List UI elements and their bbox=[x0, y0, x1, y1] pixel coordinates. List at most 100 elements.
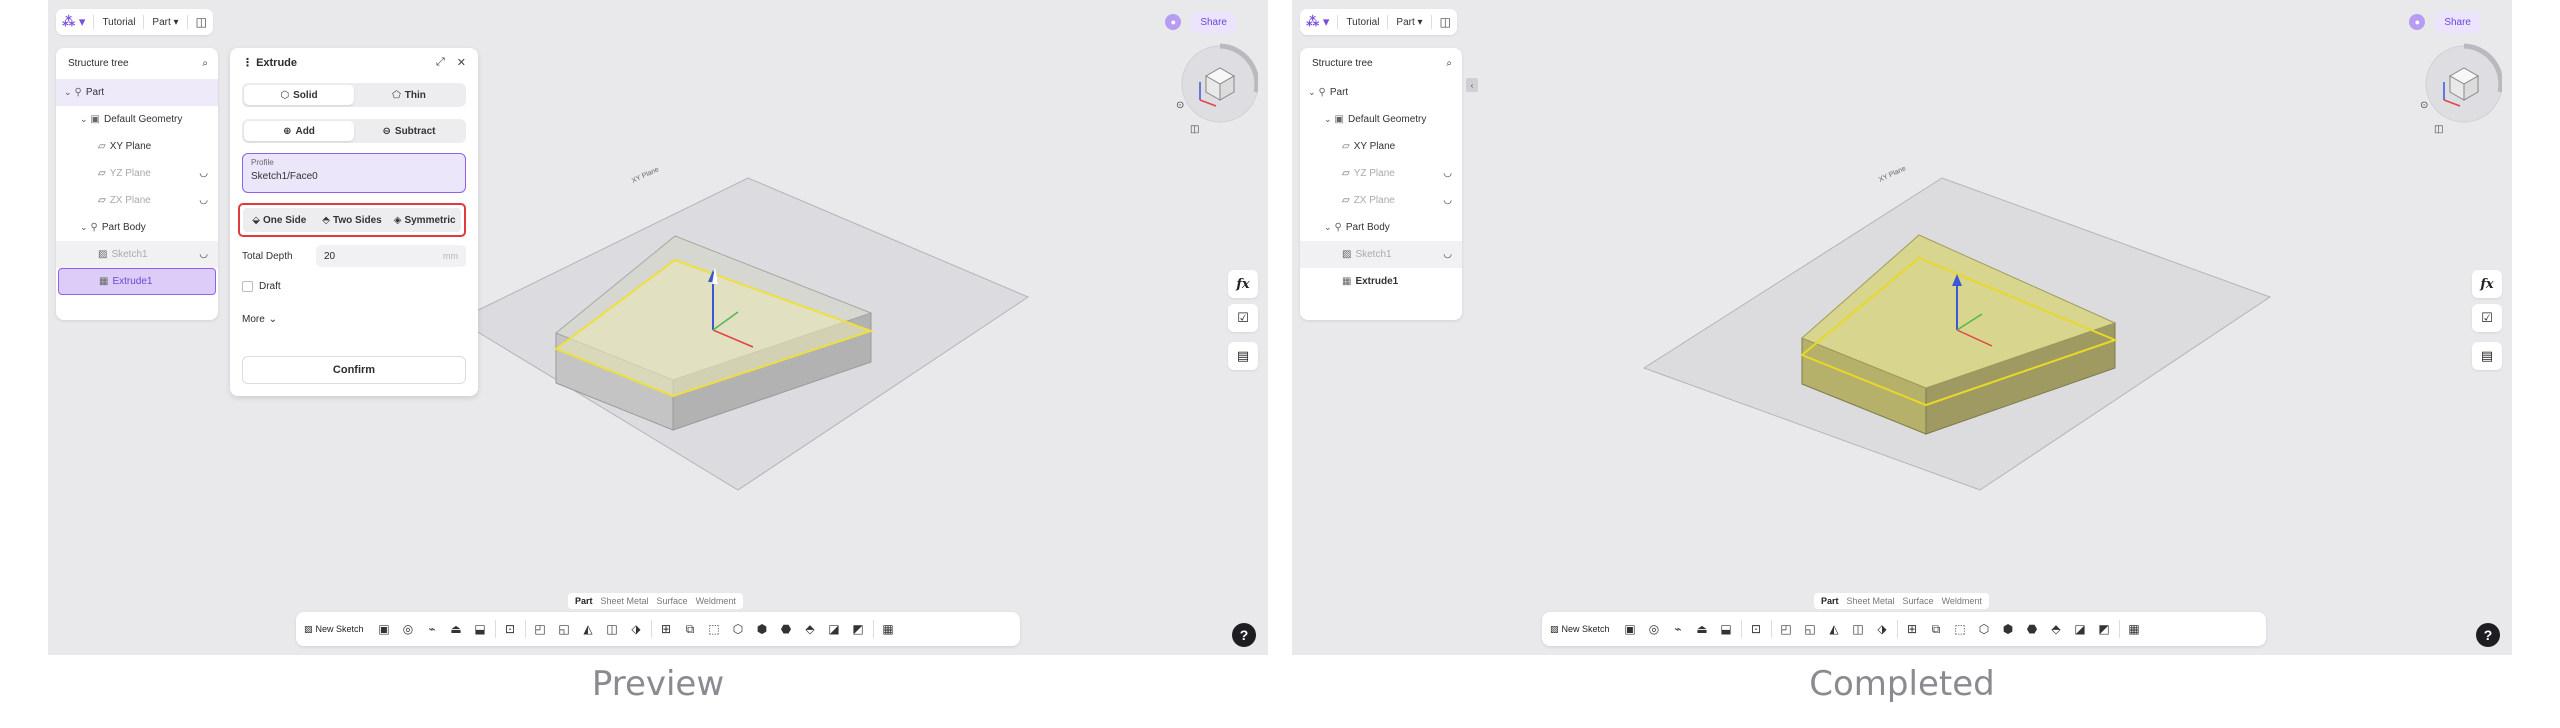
hidden-eye-icon[interactable]: ◡ bbox=[1443, 249, 1452, 260]
tree-item-xy-plane[interactable]: ▱ XY Plane bbox=[1300, 133, 1462, 160]
loft-tool-icon[interactable]: ⏏ bbox=[447, 620, 466, 639]
fillet-tool-icon[interactable]: ◰ bbox=[1777, 620, 1796, 639]
split-tool-icon[interactable]: ⬢ bbox=[1999, 620, 2018, 639]
chamfer-tool-icon[interactable]: ◱ bbox=[1801, 620, 1820, 639]
draft-option[interactable]: Draft bbox=[242, 281, 466, 292]
checklist-icon[interactable]: ☑ bbox=[2472, 304, 2502, 332]
hidden-eye-icon[interactable]: ◡ bbox=[199, 168, 208, 179]
collapse-panel-icon[interactable]: ‹ bbox=[1466, 78, 1478, 92]
extrude-tool-icon[interactable]: ▣ bbox=[1621, 620, 1640, 639]
shell-tool-icon[interactable]: ◫ bbox=[603, 620, 622, 639]
loft-tool-icon[interactable]: ⏏ bbox=[1693, 620, 1712, 639]
chevron-down-icon[interactable]: ⌄ bbox=[80, 222, 88, 233]
tree-item-default-geometry[interactable]: ⌄ ▣ Default Geometry bbox=[56, 106, 218, 133]
mirror-tool-icon[interactable]: ⧉ bbox=[1927, 620, 1946, 639]
more-toggle[interactable]: More ⌄ bbox=[242, 314, 466, 325]
revolve-tool-icon[interactable]: ◎ bbox=[399, 620, 418, 639]
thin-option[interactable]: ⬠ Thin bbox=[354, 85, 464, 105]
app-logo-icon[interactable]: ⁂ ▾ bbox=[62, 14, 85, 30]
tree-item-zx-plane[interactable]: ▱ ZX Plane ◡ bbox=[1300, 187, 1462, 214]
new-sketch-button[interactable]: ▨ New Sketch bbox=[304, 624, 364, 635]
thicken-tool-icon[interactable]: ⬘ bbox=[2047, 620, 2066, 639]
share-button[interactable]: Share bbox=[2435, 11, 2480, 33]
pattern-tool-icon[interactable]: ⊞ bbox=[657, 620, 676, 639]
hole-tool-icon[interactable]: ⊡ bbox=[1747, 620, 1766, 639]
tree-item-part-body[interactable]: ⌄ ⚲ Part Body bbox=[1300, 214, 1462, 241]
avatar[interactable]: ● bbox=[1165, 14, 1182, 30]
offset-tool-icon[interactable]: ⬗ bbox=[1873, 620, 1892, 639]
fx-icon[interactable]: fx bbox=[1228, 270, 1258, 298]
checklist-icon[interactable]: ☑ bbox=[1228, 304, 1258, 332]
chevron-down-icon[interactable]: ⌄ bbox=[64, 87, 72, 98]
section-tool-icon[interactable]: ◩ bbox=[849, 620, 868, 639]
panel-toggle-icon[interactable]: ◫ bbox=[196, 15, 207, 29]
breadcrumb-part[interactable]: Part ▾ bbox=[152, 17, 178, 28]
render-tool-icon[interactable]: ▦ bbox=[879, 620, 898, 639]
hidden-eye-icon[interactable]: ◡ bbox=[199, 195, 208, 206]
hidden-eye-icon[interactable]: ◡ bbox=[1443, 168, 1452, 179]
tab-weldment[interactable]: Weldment bbox=[1940, 595, 1984, 607]
mirror-tool-icon[interactable]: ⧉ bbox=[681, 620, 700, 639]
app-logo-icon[interactable]: ⁂ ▾ bbox=[1306, 14, 1329, 30]
scale-tool-icon[interactable]: ⬣ bbox=[2023, 620, 2042, 639]
tab-weldment[interactable]: Weldment bbox=[694, 595, 738, 607]
extrude-tool-icon[interactable]: ▣ bbox=[375, 620, 394, 639]
add-option[interactable]: ⊕ Add bbox=[244, 121, 354, 141]
fx-icon[interactable]: fx bbox=[2472, 270, 2502, 298]
view-cube-gizmo[interactable]: ⊙ ◫ bbox=[2414, 42, 2502, 138]
tree-item-default-geometry[interactable]: ⌄ ▣ Default Geometry bbox=[1300, 106, 1462, 133]
panel-toggle-icon[interactable]: ◫ bbox=[1440, 15, 1451, 29]
breadcrumb-part[interactable]: Part ▾ bbox=[1396, 17, 1422, 28]
rib-tool-icon[interactable]: ⬓ bbox=[471, 620, 490, 639]
solid-option[interactable]: ⬡ Solid bbox=[244, 85, 354, 105]
confirm-button[interactable]: Confirm bbox=[242, 356, 466, 384]
search-icon[interactable]: ⌕ bbox=[202, 58, 208, 69]
move-tool-icon[interactable]: ⬚ bbox=[705, 620, 724, 639]
shell-tool-icon[interactable]: ◫ bbox=[1849, 620, 1868, 639]
one-side-option[interactable]: ⬙ One Side bbox=[243, 208, 316, 232]
rib-tool-icon[interactable]: ⬓ bbox=[1717, 620, 1736, 639]
close-icon[interactable]: ✕ bbox=[457, 56, 466, 69]
table-icon[interactable]: ▤ bbox=[2472, 342, 2502, 370]
draft-tool-icon[interactable]: ◭ bbox=[1825, 620, 1844, 639]
boolean-tool-icon[interactable]: ⬡ bbox=[729, 620, 748, 639]
tree-item-yz-plane[interactable]: ▱ YZ Plane ◡ bbox=[56, 160, 218, 187]
offset-tool-icon[interactable]: ⬗ bbox=[627, 620, 646, 639]
help-button[interactable]: ? bbox=[1232, 623, 1256, 647]
scale-tool-icon[interactable]: ⬣ bbox=[777, 620, 796, 639]
split-tool-icon[interactable]: ⬢ bbox=[753, 620, 772, 639]
hole-tool-icon[interactable]: ⊡ bbox=[501, 620, 520, 639]
chevron-down-icon[interactable]: ⌄ bbox=[80, 114, 88, 125]
breadcrumb-project[interactable]: Tutorial bbox=[1346, 17, 1379, 28]
view-cube-gizmo[interactable]: ⊙ ◫ bbox=[1170, 42, 1258, 138]
replace-tool-icon[interactable]: ◪ bbox=[825, 620, 844, 639]
pattern-tool-icon[interactable]: ⊞ bbox=[1903, 620, 1922, 639]
tree-item-zx-plane[interactable]: ▱ ZX Plane ◡ bbox=[56, 187, 218, 214]
avatar[interactable]: ● bbox=[2409, 14, 2426, 30]
draft-checkbox[interactable] bbox=[242, 281, 253, 292]
render-tool-icon[interactable]: ▦ bbox=[2125, 620, 2144, 639]
help-button[interactable]: ? bbox=[2476, 623, 2500, 647]
boolean-tool-icon[interactable]: ⬡ bbox=[1975, 620, 1994, 639]
two-sides-option[interactable]: ⬘ Two Sides bbox=[316, 208, 389, 232]
tree-item-extrude1[interactable]: ▦ Extrude1 bbox=[58, 268, 216, 295]
tab-sheet-metal[interactable]: Sheet Metal bbox=[599, 595, 651, 607]
table-icon[interactable]: ▤ bbox=[1228, 342, 1258, 370]
sweep-tool-icon[interactable]: ⌁ bbox=[423, 620, 442, 639]
chevron-down-icon[interactable]: ⌄ bbox=[1324, 222, 1332, 233]
viewport-completed[interactable]: XY Plane bbox=[1292, 0, 2512, 655]
hidden-eye-icon[interactable]: ◡ bbox=[1443, 195, 1452, 206]
new-sketch-button[interactable]: ▨ New Sketch bbox=[1550, 624, 1610, 635]
move-tool-icon[interactable]: ⬚ bbox=[1951, 620, 1970, 639]
chamfer-tool-icon[interactable]: ◱ bbox=[555, 620, 574, 639]
replace-tool-icon[interactable]: ◪ bbox=[2071, 620, 2090, 639]
tree-item-extrude1[interactable]: ▦ Extrude1 bbox=[1300, 268, 1462, 295]
tree-item-part[interactable]: ⌄ ⚲ Part bbox=[1300, 79, 1462, 106]
profile-field[interactable]: Profile Sketch1/Face0 bbox=[242, 153, 466, 193]
tab-surface[interactable]: Surface bbox=[655, 595, 690, 607]
section-tool-icon[interactable]: ◩ bbox=[2095, 620, 2114, 639]
share-button[interactable]: Share bbox=[1191, 11, 1236, 33]
search-icon[interactable]: ⌕ bbox=[1446, 58, 1452, 69]
tab-sheet-metal[interactable]: Sheet Metal bbox=[1845, 595, 1897, 607]
tree-item-yz-plane[interactable]: ▱ YZ Plane ◡ bbox=[1300, 160, 1462, 187]
